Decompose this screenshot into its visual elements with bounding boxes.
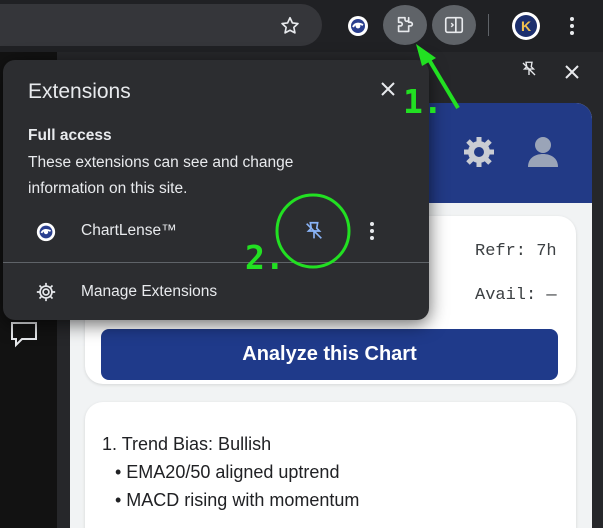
annotation-overlay — [275, 44, 460, 269]
annotation-step-1: 1. — [403, 82, 443, 121]
annotation-step-2: 2. — [245, 238, 285, 277]
annotation-circle — [275, 193, 351, 269]
